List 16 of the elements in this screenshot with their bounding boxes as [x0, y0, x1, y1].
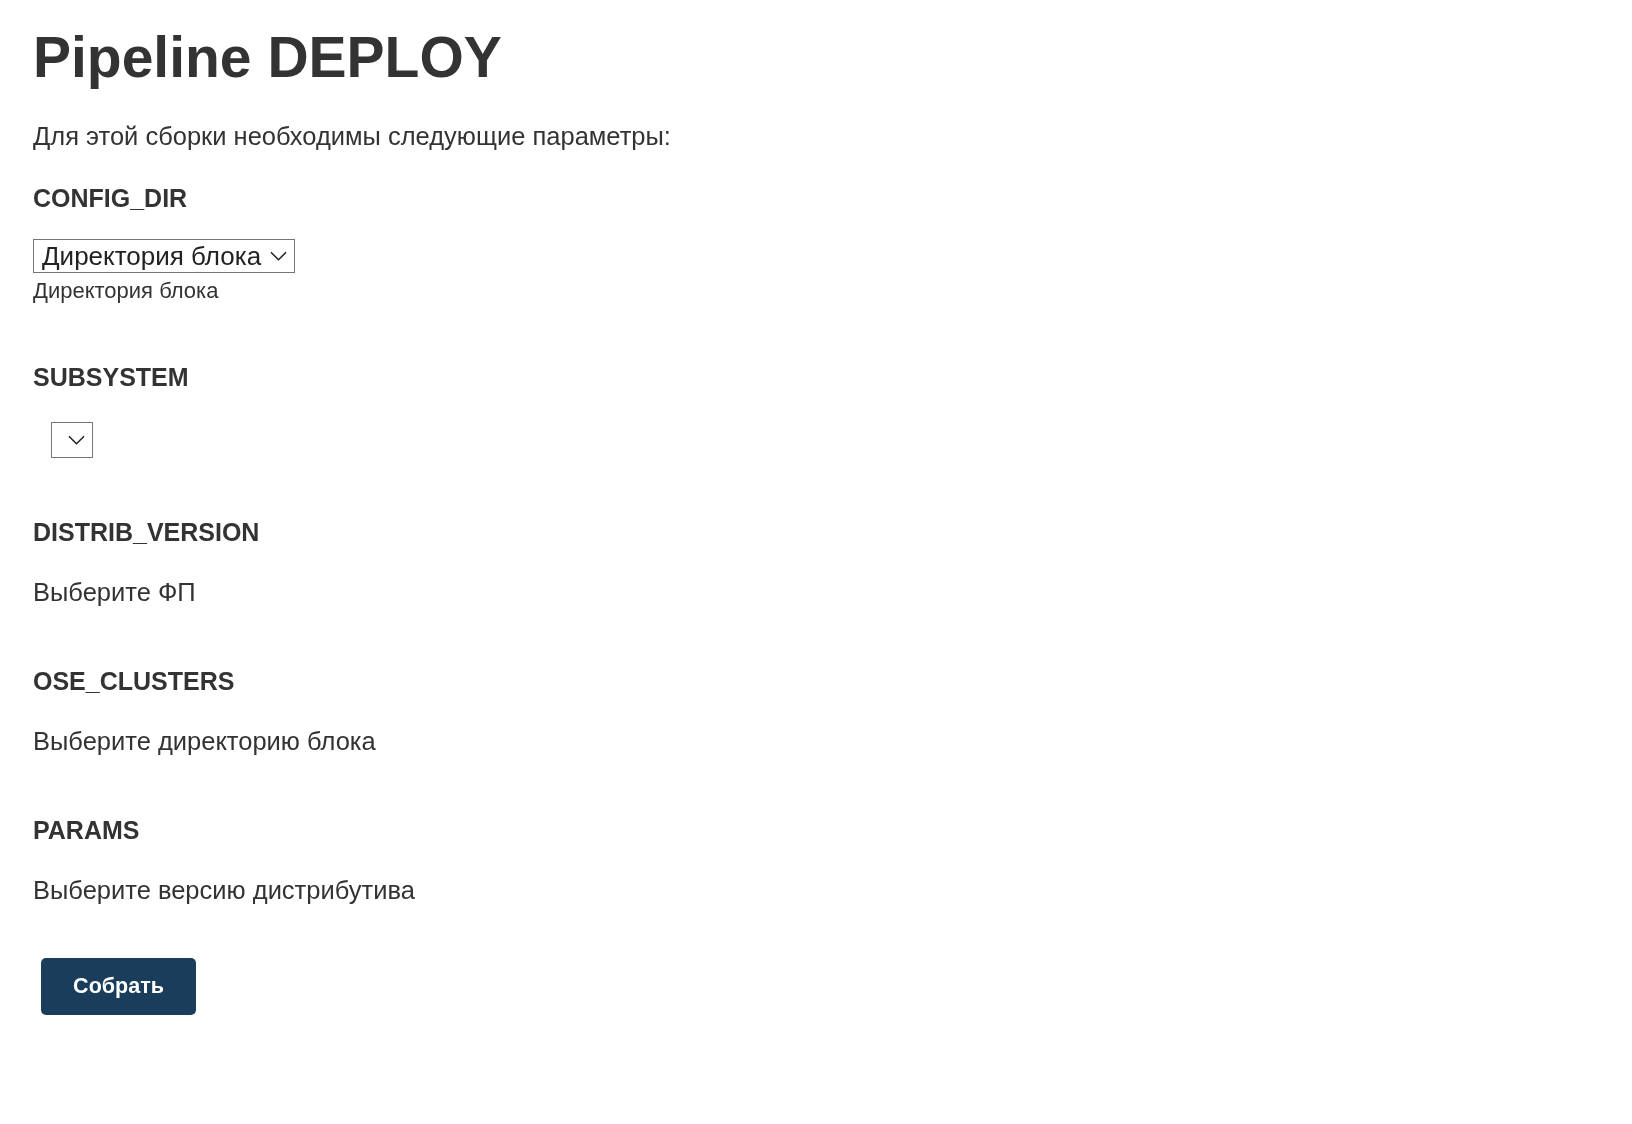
parameter-label: SUBSYSTEM [33, 363, 189, 391]
parameter-hint: Выберите версию дистрибутива [33, 875, 415, 905]
parameter-label: OSE_CLUSTERS [33, 667, 235, 695]
parameter-description: Директория блока [33, 279, 219, 303]
chevron-down-icon [68, 435, 85, 445]
parameter-hint: Выберите директорию блока [33, 726, 376, 756]
dropdown[interactable] [51, 422, 93, 458]
page-title: Pipeline DEPLOY [33, 24, 502, 90]
parameter-label: CONFIG_DIR [33, 184, 188, 212]
parameter-label: DISTRIB_VERSION [33, 518, 260, 546]
build-button[interactable]: Собрать [41, 958, 196, 1015]
chevron-down-icon [270, 251, 288, 261]
parameter-hint: Выберите ФП [33, 577, 196, 607]
intro-text: Для этой сборки необходимы следующие параметры: [33, 121, 671, 151]
parameter-label: PARAMS [33, 816, 140, 844]
dropdown[interactable]: Директория блока [33, 239, 296, 273]
